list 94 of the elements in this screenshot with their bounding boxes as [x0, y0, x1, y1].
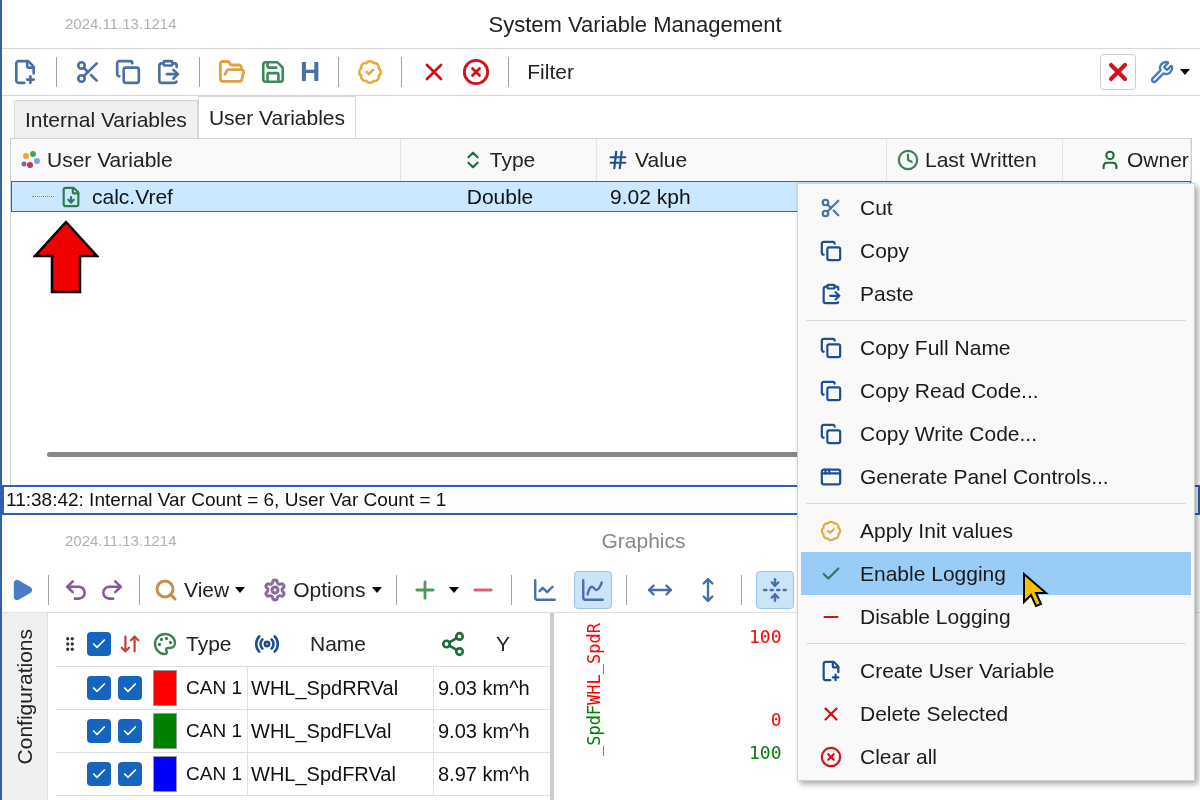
checkbox[interactable]: [118, 762, 142, 786]
hash-icon: [607, 149, 629, 171]
menu-item[interactable]: Disable Logging: [801, 595, 1191, 638]
add-file-icon[interactable]: [12, 59, 38, 85]
collapse-button[interactable]: [755, 570, 794, 609]
caret-icon[interactable]: [235, 586, 246, 593]
table-cell: 9.03 km^h: [438, 720, 530, 742]
status-text: 11:38:42: Internal Var Count = 6, User Var Count = 1: [6, 487, 447, 512]
menu-item[interactable]: Create User Variable: [801, 649, 1191, 692]
column-header[interactable]: Type: [489, 144, 536, 176]
menu-item[interactable]: Clear all: [801, 735, 1191, 778]
menu-item[interactable]: Apply Init values: [801, 509, 1191, 552]
nodes-icon: [440, 630, 466, 657]
scissors-icon[interactable]: [819, 196, 842, 219]
menu-item[interactable]: Delete Selected: [801, 692, 1191, 735]
options-button[interactable]: Options: [263, 573, 382, 606]
cursor-icon: [1022, 572, 1050, 608]
table-cell-text: CAN 1: [186, 675, 242, 700]
caret-icon[interactable]: [371, 586, 382, 593]
table-cell-text: CAN 1: [186, 761, 242, 786]
checkbox[interactable]: [118, 676, 142, 700]
settings-icon: [263, 577, 288, 602]
search-icon: [154, 577, 178, 602]
tab[interactable]: Internal Variables: [14, 100, 198, 138]
wrench-icon[interactable]: [1150, 60, 1174, 84]
menu-item[interactable]: Copy Write Code...: [801, 412, 1191, 455]
column-header[interactable]: Owner: [1127, 144, 1189, 176]
axis-label: 100: [749, 625, 782, 649]
table-cell: 9.03 km^h: [438, 677, 530, 699]
variable-icon: [60, 185, 82, 208]
filter-label: Filter: [527, 59, 574, 86]
table-cell: 8.97 km^h: [438, 763, 530, 785]
line-chart-icon: [531, 576, 558, 603]
menu-item[interactable]: Paste: [801, 272, 1191, 315]
copy-icon[interactable]: [115, 59, 141, 85]
multi-line-chart-button[interactable]: [573, 570, 612, 609]
table-cell-text: calc.Vref: [91, 183, 173, 210]
table-cell-text: WHL_SpdRRVal: [251, 676, 399, 702]
caret-icon[interactable]: [1180, 69, 1190, 75]
view-button[interactable]: View: [154, 573, 246, 606]
menu-item[interactable]: Copy Read Code...: [801, 369, 1191, 412]
color-swatch[interactable]: [153, 713, 177, 749]
multi-line-chart-icon: [579, 576, 606, 603]
caret-icon[interactable]: [448, 586, 459, 593]
menu-item[interactable]: Copy: [801, 229, 1191, 272]
paste-icon[interactable]: [155, 59, 181, 85]
window-title: System Variable Management: [488, 10, 782, 39]
checkbox[interactable]: [118, 719, 142, 743]
axis-title: _SpdF: [584, 704, 604, 757]
clear-icon[interactable]: [462, 58, 491, 86]
checkbox[interactable]: [87, 762, 111, 786]
axis-label: 100: [749, 741, 782, 765]
column-header[interactable]: Last Written: [925, 144, 1037, 176]
version-label: 2024.11.13.1214: [64, 530, 177, 551]
table-cell: 9.02 kph: [610, 184, 691, 208]
window-title: Graphics: [601, 528, 686, 555]
h-button[interactable]: H: [300, 58, 321, 86]
column-header[interactable]: Name: [310, 627, 367, 660]
scissors-icon[interactable]: [75, 59, 101, 85]
palette-icon: [153, 631, 177, 656]
column-header[interactable]: Y: [496, 627, 510, 660]
badge-check-icon[interactable]: [357, 59, 384, 85]
table-cell-text: CAN 1: [186, 718, 242, 743]
checkbox[interactable]: [87, 676, 111, 700]
table-cell-text: WHL_SpdFLVal: [251, 719, 392, 745]
axis-label: 0: [770, 708, 782, 732]
checkbox[interactable]: [87, 631, 111, 656]
menu-item[interactable]: Enable Logging: [801, 552, 1191, 595]
user-icon: [1099, 149, 1121, 171]
dots-icon: [21, 150, 41, 170]
save-icon[interactable]: [260, 59, 286, 85]
column-header[interactable]: User Variable: [47, 144, 173, 176]
menu-item[interactable]: Generate Panel Controls...: [801, 455, 1191, 498]
copy-icon[interactable]: [819, 336, 842, 359]
menu-item[interactable]: Copy Full Name: [801, 326, 1191, 369]
column-header[interactable]: Type: [186, 631, 232, 655]
version-label: 2024.11.13.1214: [64, 13, 177, 34]
copy-icon[interactable]: [819, 239, 842, 262]
axis-title: WHL_SpdR: [584, 623, 604, 705]
collapse-icon: [761, 576, 788, 603]
copy-icon[interactable]: [819, 422, 842, 445]
color-swatch[interactable]: [153, 756, 177, 792]
copy-icon[interactable]: [819, 379, 842, 402]
clear-filter-button[interactable]: [1100, 54, 1136, 90]
tab[interactable]: User Variables: [197, 96, 357, 138]
badge-check-icon[interactable]: [819, 519, 842, 542]
checkbox[interactable]: [87, 719, 111, 743]
color-swatch[interactable]: [153, 670, 177, 706]
up-arrow-icon: [33, 220, 99, 294]
table-cell-text: Double: [466, 183, 534, 210]
clock-icon: [897, 149, 919, 171]
column-header[interactable]: Value: [635, 144, 688, 176]
table-cell-text: WHL_SpdFRVal: [251, 762, 396, 788]
clear-icon[interactable]: [819, 745, 842, 768]
